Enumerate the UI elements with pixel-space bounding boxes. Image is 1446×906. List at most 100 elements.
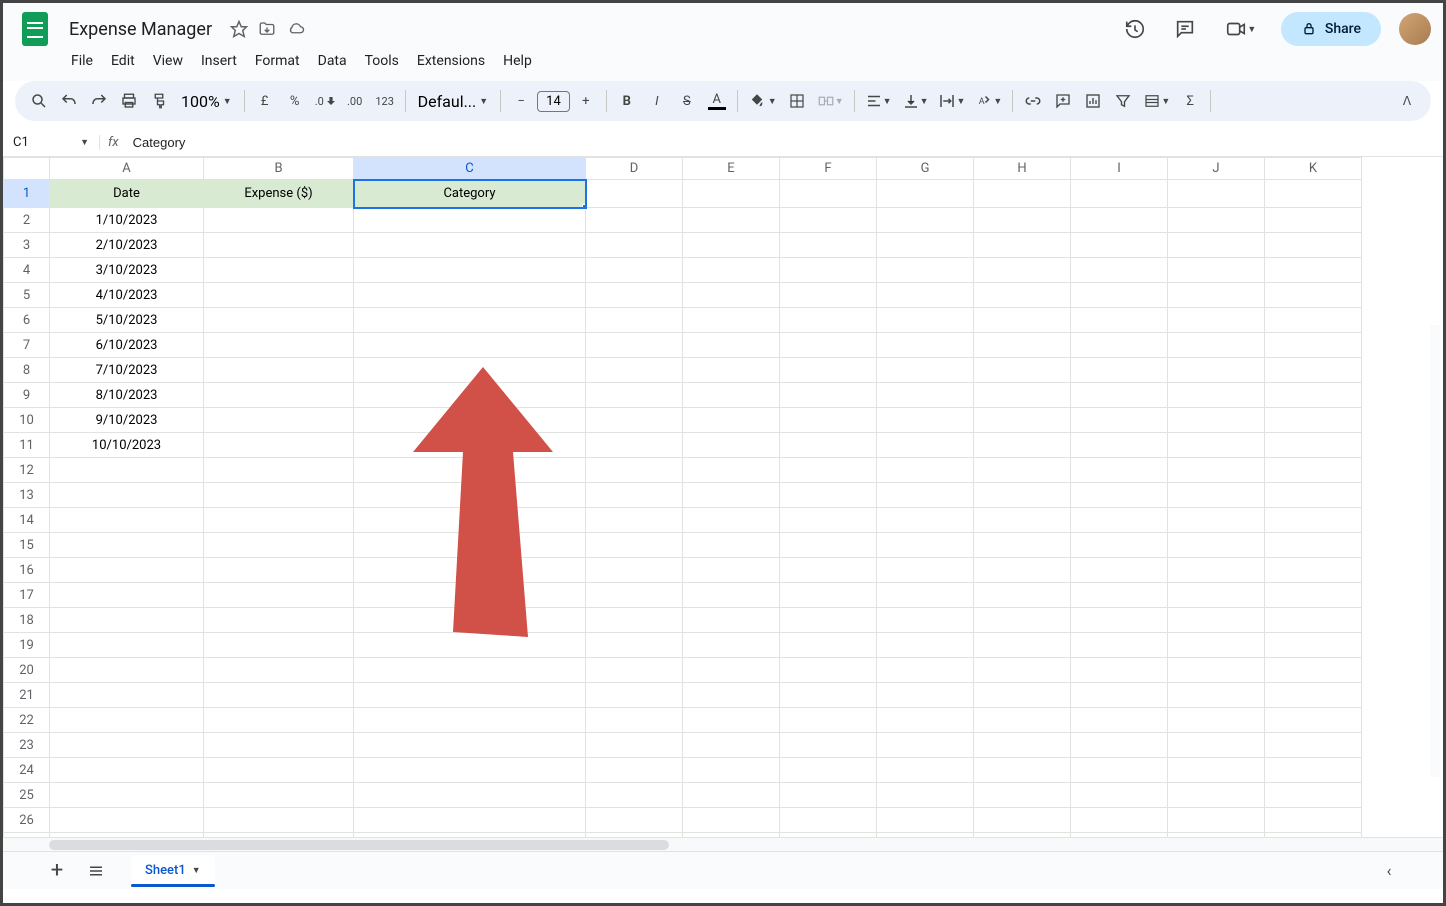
row-header[interactable]: 5	[4, 283, 50, 308]
cell-H7[interactable]	[974, 333, 1071, 358]
sheets-logo[interactable]	[15, 9, 55, 49]
cell-I20[interactable]	[1071, 658, 1168, 683]
cell-C20[interactable]	[354, 658, 586, 683]
spreadsheet-grid[interactable]: ABCDEFGHIJK 1DateExpense ($)Category21/1…	[3, 157, 1362, 837]
cell-H15[interactable]	[974, 533, 1071, 558]
cell-A12[interactable]	[50, 458, 204, 483]
cell-J20[interactable]	[1168, 658, 1265, 683]
cell-G9[interactable]	[877, 383, 974, 408]
cell-H20[interactable]	[974, 658, 1071, 683]
cell-F19[interactable]	[780, 633, 877, 658]
share-button[interactable]: Share	[1281, 12, 1381, 46]
cell-K1[interactable]	[1265, 180, 1362, 208]
cell-A10[interactable]: 9/10/2023	[50, 408, 204, 433]
cell-H2[interactable]	[974, 208, 1071, 233]
cell-D21[interactable]	[586, 683, 683, 708]
cell-G22[interactable]	[877, 708, 974, 733]
cell-A11[interactable]: 10/10/2023	[50, 433, 204, 458]
cell-J5[interactable]	[1168, 283, 1265, 308]
cell-J12[interactable]	[1168, 458, 1265, 483]
cell-H18[interactable]	[974, 608, 1071, 633]
cell-G21[interactable]	[877, 683, 974, 708]
cell-E5[interactable]	[683, 283, 780, 308]
cell-C8[interactable]	[354, 358, 586, 383]
cell-F4[interactable]	[780, 258, 877, 283]
cell-F20[interactable]	[780, 658, 877, 683]
cell-B13[interactable]	[204, 483, 354, 508]
cell-C3[interactable]	[354, 233, 586, 258]
row-header[interactable]: 24	[4, 758, 50, 783]
cell-G18[interactable]	[877, 608, 974, 633]
cell-H8[interactable]	[974, 358, 1071, 383]
cell-C10[interactable]	[354, 408, 586, 433]
cell-A15[interactable]	[50, 533, 204, 558]
cell-B26[interactable]	[204, 808, 354, 833]
wrap-button[interactable]: ▼	[934, 87, 969, 115]
table-view-icon[interactable]: ▼	[1139, 87, 1174, 115]
menu-insert[interactable]: Insert	[193, 49, 245, 73]
fill-color-button[interactable]: ▼	[744, 87, 781, 115]
cell-H24[interactable]	[974, 758, 1071, 783]
comment-icon[interactable]	[1169, 13, 1201, 45]
cell-K19[interactable]	[1265, 633, 1362, 658]
cell-D16[interactable]	[586, 558, 683, 583]
cell-I6[interactable]	[1071, 308, 1168, 333]
cell-E23[interactable]	[683, 733, 780, 758]
cell-F1[interactable]	[780, 180, 877, 208]
cell-I17[interactable]	[1071, 583, 1168, 608]
search-icon[interactable]	[25, 87, 53, 115]
column-header-A[interactable]: A	[50, 158, 204, 180]
cell-I22[interactable]	[1071, 708, 1168, 733]
cell-C7[interactable]	[354, 333, 586, 358]
cell-I12[interactable]	[1071, 458, 1168, 483]
cell-C16[interactable]	[354, 558, 586, 583]
bold-button[interactable]: B	[613, 87, 641, 115]
cell-J7[interactable]	[1168, 333, 1265, 358]
cell-F22[interactable]	[780, 708, 877, 733]
cell-K3[interactable]	[1265, 233, 1362, 258]
cell-F18[interactable]	[780, 608, 877, 633]
cell-C2[interactable]	[354, 208, 586, 233]
column-header-B[interactable]: B	[204, 158, 354, 180]
menu-file[interactable]: File	[63, 49, 101, 73]
side-panel-toggle-icon[interactable]: ‹	[1375, 861, 1403, 880]
cell-I23[interactable]	[1071, 733, 1168, 758]
cell-C13[interactable]	[354, 483, 586, 508]
cell-B23[interactable]	[204, 733, 354, 758]
currency-button[interactable]: £	[251, 87, 279, 115]
cell-D2[interactable]	[586, 208, 683, 233]
cell-J19[interactable]	[1168, 633, 1265, 658]
cloud-icon[interactable]	[286, 20, 306, 38]
cell-C11[interactable]	[354, 433, 586, 458]
column-header-C[interactable]: C	[354, 158, 586, 180]
cell-D14[interactable]	[586, 508, 683, 533]
cell-F16[interactable]	[780, 558, 877, 583]
cell-I3[interactable]	[1071, 233, 1168, 258]
cell-J17[interactable]	[1168, 583, 1265, 608]
cell-G10[interactable]	[877, 408, 974, 433]
cell-B11[interactable]	[204, 433, 354, 458]
cell-K9[interactable]	[1265, 383, 1362, 408]
cell-I24[interactable]	[1071, 758, 1168, 783]
cell-E19[interactable]	[683, 633, 780, 658]
row-header[interactable]: 7	[4, 333, 50, 358]
cell-F25[interactable]	[780, 783, 877, 808]
cell-A6[interactable]: 5/10/2023	[50, 308, 204, 333]
functions-icon[interactable]: Σ	[1176, 87, 1204, 115]
paint-format-icon[interactable]	[145, 87, 173, 115]
cell-I7[interactable]	[1071, 333, 1168, 358]
cell-E3[interactable]	[683, 233, 780, 258]
cell-D17[interactable]	[586, 583, 683, 608]
cell-C18[interactable]	[354, 608, 586, 633]
cell-I9[interactable]	[1071, 383, 1168, 408]
cell-E24[interactable]	[683, 758, 780, 783]
star-icon[interactable]	[230, 20, 248, 38]
cell-H11[interactable]	[974, 433, 1071, 458]
cell-B21[interactable]	[204, 683, 354, 708]
cell-G4[interactable]	[877, 258, 974, 283]
cell-J6[interactable]	[1168, 308, 1265, 333]
row-header[interactable]: 23	[4, 733, 50, 758]
column-header-K[interactable]: K	[1265, 158, 1362, 180]
cell-I4[interactable]	[1071, 258, 1168, 283]
cell-J14[interactable]	[1168, 508, 1265, 533]
